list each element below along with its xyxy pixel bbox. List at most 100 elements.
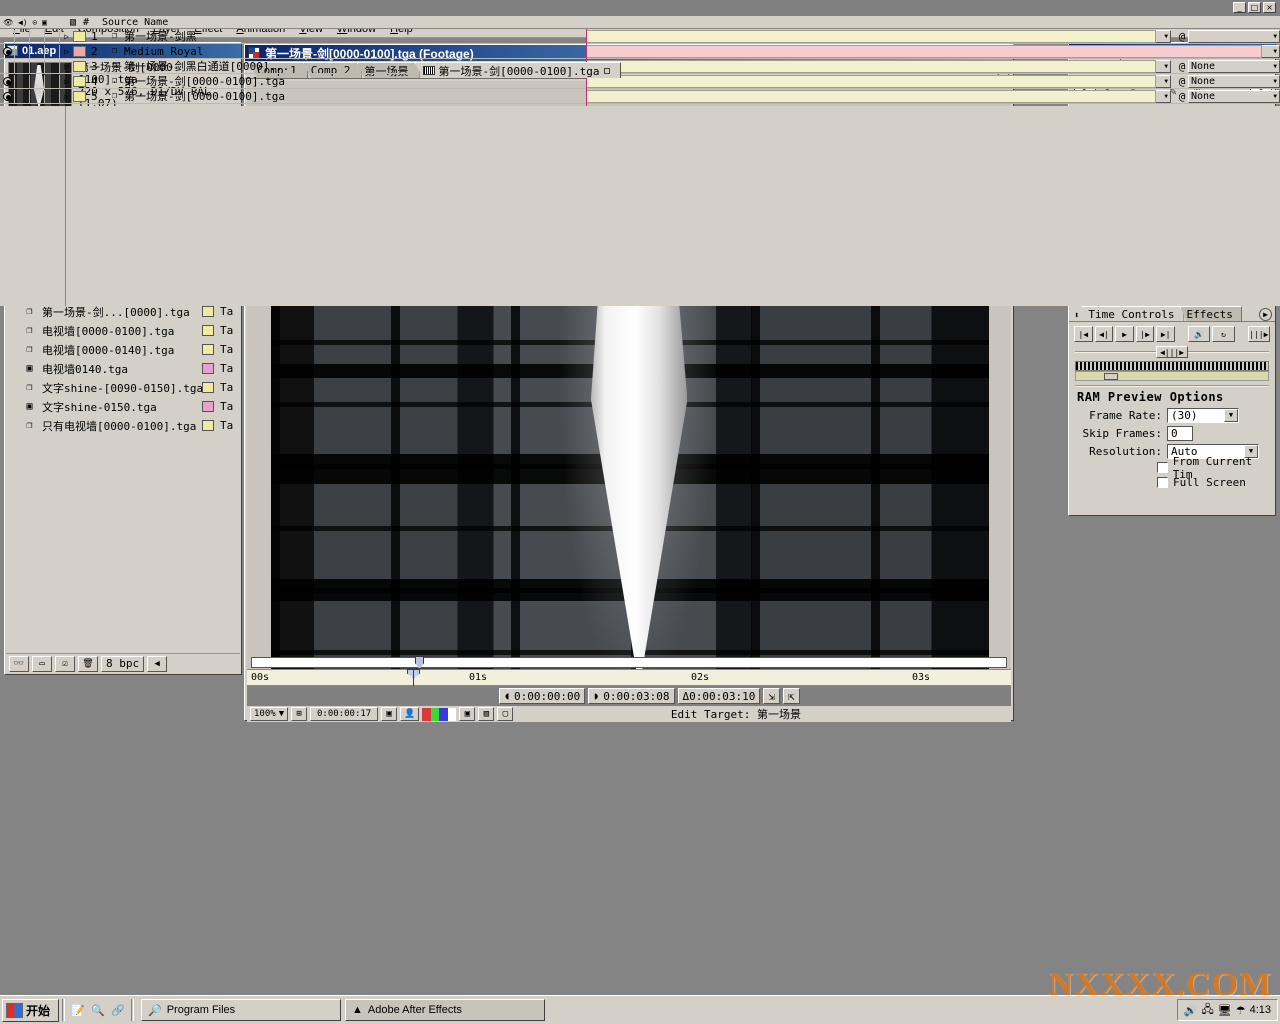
channel-switches[interactable] (422, 707, 457, 721)
label-swatch[interactable] (202, 382, 214, 393)
layer-duration-bar[interactable] (586, 45, 1262, 58)
layer-label-color[interactable] (73, 60, 86, 72)
timeline-maximize-button[interactable]: □ (1248, 2, 1261, 13)
resolution-icon[interactable]: ▣ (459, 707, 476, 721)
label-swatch[interactable] (202, 306, 214, 317)
tab-effects[interactable]: Effects (1179, 306, 1242, 321)
chevron-down-icon[interactable]: ▼ (1224, 408, 1238, 422)
label-swatch[interactable] (202, 420, 214, 431)
layer-duration-bar[interactable] (586, 75, 1156, 88)
search-footage-icon[interactable]: 👓 (9, 655, 29, 672)
audio-switch[interactable] (15, 74, 30, 88)
layer-label-color[interactable] (73, 90, 86, 102)
viewer-tab-3[interactable]: 第一场景-剑[0000-0100].tga (414, 62, 622, 78)
solo-switch[interactable] (30, 89, 45, 103)
tab-close-box-icon[interactable] (604, 67, 611, 74)
duration-field[interactable]: Δ0:00:03:10 (677, 688, 761, 704)
audio-switch[interactable] (15, 89, 30, 103)
new-folder-icon[interactable]: ▭ (32, 655, 52, 672)
lock-switch[interactable] (45, 29, 60, 43)
lock-switch[interactable] (45, 74, 60, 88)
audio-switch[interactable] (15, 29, 30, 43)
layer-twirl-icon[interactable]: ▷ (60, 77, 73, 86)
layer-label-color[interactable] (73, 45, 86, 57)
volume-icon[interactable]: 🔊 (1184, 1004, 1198, 1017)
ram-preview-progress[interactable] (1075, 371, 1269, 381)
solo-switch[interactable] (30, 44, 45, 58)
timeline-track-area[interactable] (586, 29, 1262, 106)
in-point-field[interactable]: ◖ 0:00:00:00 (499, 688, 586, 704)
safely-remove-icon[interactable]: ☂ (1236, 1004, 1246, 1017)
first-frame-button[interactable]: |◀ (1074, 326, 1093, 342)
project-item[interactable]: ▣ 文字shine-0150.tga Ta (6, 397, 240, 416)
layer-twirl-icon[interactable]: ▷ (60, 32, 73, 41)
layer-duration-bar[interactable] (586, 60, 1156, 73)
timeline-close-button[interactable]: × (1263, 2, 1276, 13)
project-item[interactable]: ❐ 电视墙[0000-0140].tga Ta (6, 340, 240, 359)
last-frame-button[interactable]: ▶| (1156, 326, 1175, 342)
scroll-left-icon[interactable]: ◀ (147, 655, 168, 672)
label-swatch[interactable] (202, 363, 214, 374)
video-switch[interactable] (0, 89, 15, 103)
lock-switch[interactable] (45, 89, 60, 103)
video-switch[interactable] (0, 59, 15, 73)
frame-rate-dropdown[interactable]: (30) ▼ (1167, 407, 1239, 423)
visibility-icon[interactable] (2, 91, 12, 101)
audio-toggle-button[interactable]: 🔊 (1187, 326, 1211, 342)
previous-frame-button[interactable]: ◀| (1094, 326, 1114, 342)
layer-label-color[interactable] (73, 30, 86, 42)
viewer-time-ruler[interactable]: 00s 01s 02s 03s (247, 669, 1011, 686)
visibility-icon[interactable] (2, 46, 12, 56)
lock-switch[interactable] (45, 44, 60, 58)
layer-duration-bar[interactable] (586, 90, 1156, 103)
panel-drag-handle-icon[interactable]: ⬍ (1072, 311, 1081, 321)
solo-switch[interactable] (30, 29, 45, 43)
bit-depth-label[interactable]: 8 bpc (101, 655, 145, 672)
delete-icon[interactable]: 🗑 (78, 655, 98, 672)
slider-knob[interactable]: ◀|||▶ (1156, 346, 1188, 358)
project-item[interactable]: ❐ 只有电视墙[0000-0100].tga Ta (6, 416, 240, 435)
new-comp-icon[interactable]: ☑ (55, 655, 75, 672)
display-icon[interactable]: 🖥 (1218, 1004, 1232, 1017)
work-area-marker[interactable] (415, 656, 424, 669)
current-time-field[interactable]: 0:00:00:17 (310, 707, 379, 721)
from-current-time-checkbox[interactable] (1157, 462, 1168, 473)
tab-time-controls[interactable]: Time Controls (1081, 306, 1184, 321)
layer-twirl-icon[interactable]: ▷ (60, 62, 73, 71)
layer-duration-bar[interactable] (586, 30, 1156, 43)
ram-preview-button[interactable]: |||▶ (1247, 326, 1271, 342)
visibility-icon[interactable] (2, 76, 12, 86)
snapshot-icon[interactable]: ▣ (381, 707, 398, 721)
overlay-edit-button[interactable]: ⇱ (783, 688, 800, 704)
project-item[interactable]: ❐ 文字shine-[0090-0150].tga Ta (6, 378, 240, 397)
audio-switch[interactable] (15, 59, 30, 73)
taskbar-item-program-files[interactable]: 🔎 Program Files (141, 999, 342, 1021)
taskbar-item-after-effects[interactable]: ▲ Adobe After Effects (345, 999, 546, 1021)
project-item[interactable]: ▣ 电视墙0140.tga Ta (6, 359, 240, 378)
quicklaunch-editor-icon[interactable]: 📝 (68, 1000, 88, 1020)
region-of-interest-icon[interactable]: ▢ (497, 707, 514, 721)
label-swatch[interactable] (202, 401, 214, 412)
transparency-grid-icon[interactable]: ▨ (478, 707, 495, 721)
start-button[interactable]: 开始 (2, 998, 60, 1022)
quicklaunch-search-icon[interactable]: 🔍 (88, 1000, 108, 1020)
full-screen-checkbox[interactable] (1157, 477, 1168, 488)
play-button[interactable]: ▶ (1115, 326, 1134, 342)
show-snapshot-icon[interactable]: 👤 (400, 707, 420, 721)
out-point-field[interactable]: ◗ 0:00:03:08 (588, 688, 675, 704)
loop-button[interactable]: ↻ (1212, 326, 1235, 342)
safe-zones-icon[interactable]: ⊞ (291, 707, 308, 721)
solo-switch[interactable] (30, 59, 45, 73)
video-switch[interactable] (0, 44, 15, 58)
label-swatch[interactable] (202, 344, 214, 355)
audio-switch[interactable] (15, 44, 30, 58)
label-swatch[interactable] (202, 325, 214, 336)
solo-switch[interactable] (30, 74, 45, 88)
layer-twirl-icon[interactable]: ▷ (60, 92, 73, 101)
quicklaunch-link-icon[interactable]: 🔗 (108, 1000, 128, 1020)
layer-label-color[interactable] (73, 75, 86, 87)
timeline-minimize-button[interactable]: _ (1233, 2, 1246, 13)
next-frame-button[interactable]: |▶ (1135, 326, 1155, 342)
video-switch[interactable] (0, 74, 15, 88)
video-switch[interactable] (0, 29, 15, 43)
